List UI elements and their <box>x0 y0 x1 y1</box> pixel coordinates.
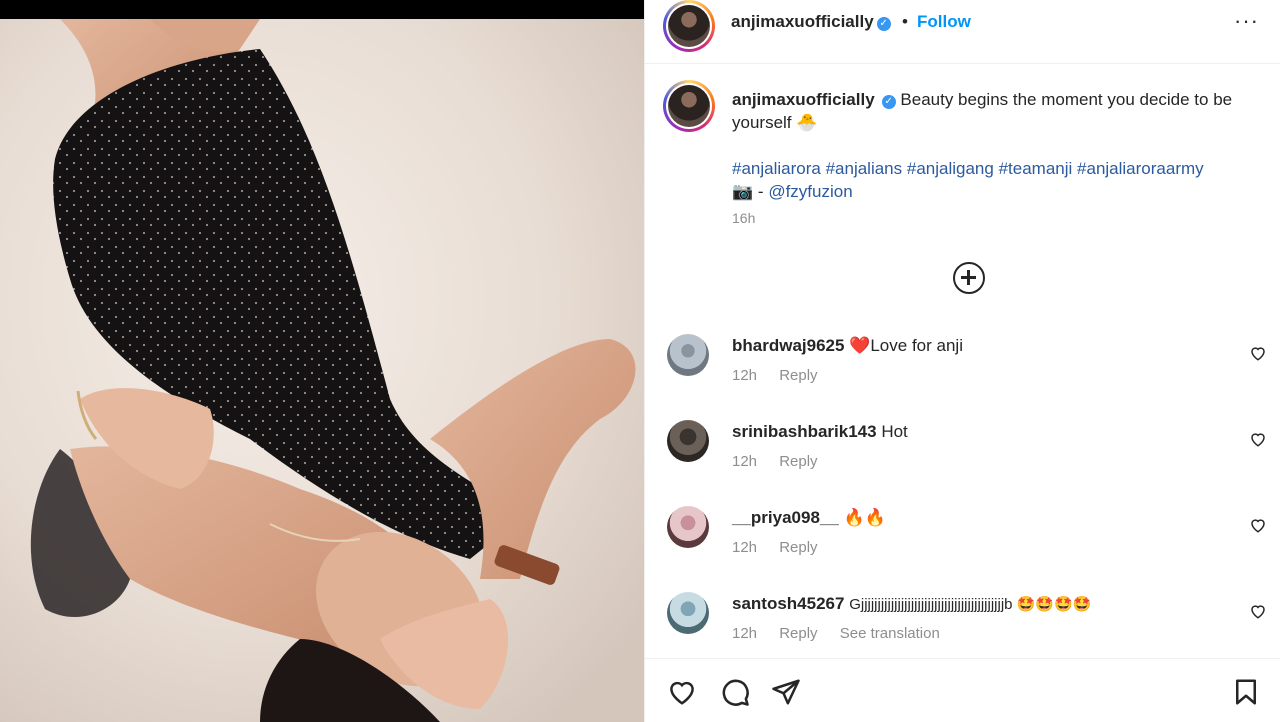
caption-timestamp: 16h <box>732 210 756 226</box>
like-comment-heart-icon[interactable] <box>1249 516 1267 534</box>
comment-text: Hot <box>881 422 908 441</box>
comment-item: srinibashbarik143 Hot 12h Reply <box>645 420 1280 490</box>
reply-button[interactable]: Reply <box>779 367 817 384</box>
like-comment-heart-icon[interactable] <box>1249 430 1267 448</box>
comment-item: santosh45267 Gjjjjjjjjjjjjjjjjjjjjjjjjjj… <box>645 592 1280 662</box>
share-icon[interactable] <box>771 677 801 707</box>
comment-text-row: santosh45267 Gjjjjjjjjjjjjjjjjjjjjjjjjjj… <box>732 594 1091 614</box>
like-comment-heart-icon[interactable] <box>1249 344 1267 362</box>
comment-text-row: __priya098__ 🔥🔥 <box>732 508 886 528</box>
hashtag-link[interactable]: #teamanji <box>999 159 1073 178</box>
commenter-username[interactable]: __priya098__ <box>732 508 839 527</box>
hashtag-link[interactable]: #anjaliaroraarmy <box>1077 159 1204 178</box>
reply-button[interactable]: Reply <box>779 625 817 642</box>
credit-separator: - <box>757 182 764 201</box>
verified-badge-icon: ✓ <box>881 95 896 109</box>
comment-item: bhardwaj9625 ❤️Love for anji 12h Reply <box>645 334 1280 404</box>
follow-button[interactable]: Follow <box>917 12 971 32</box>
comment-text-row: srinibashbarik143 Hot <box>732 422 908 442</box>
commenter-username[interactable]: santosh45267 <box>732 594 844 613</box>
bookmark-icon[interactable] <box>1231 677 1261 707</box>
author-avatar[interactable] <box>663 0 715 52</box>
add-circle-icon[interactable] <box>953 262 985 294</box>
post-header: anjimaxuofficially ✓ • Follow ··· <box>645 0 1280 64</box>
comment-time: 12h <box>732 539 758 556</box>
like-comment-heart-icon[interactable] <box>1249 602 1267 620</box>
comment-text: 🔥🔥 <box>843 508 886 527</box>
comment-time: 12h <box>732 625 758 642</box>
hashtag-link[interactable]: #anjaliarora <box>732 159 821 178</box>
more-options-icon[interactable]: ··· <box>1234 8 1259 34</box>
comment-icon[interactable] <box>720 677 750 707</box>
comment-item: __priya098__ 🔥🔥 12h Reply <box>645 506 1280 576</box>
commenter-username[interactable]: srinibashbarik143 <box>732 422 877 441</box>
comment-text-row: bhardwaj9625 ❤️Love for anji <box>732 336 963 356</box>
photographer-mention[interactable]: @fzyfuzion <box>768 182 852 201</box>
comment-meta: 12h Reply <box>732 539 836 556</box>
comment-text: ❤️Love for anji <box>849 336 963 355</box>
comment-meta: 12h Reply <box>732 453 836 470</box>
reply-button[interactable]: Reply <box>779 453 817 470</box>
header-separator: • <box>902 12 908 31</box>
photo-illustration <box>0 19 644 722</box>
commenter-username[interactable]: bhardwaj9625 <box>732 336 844 355</box>
commenter-avatar[interactable] <box>667 506 709 548</box>
reply-button[interactable]: Reply <box>779 539 817 556</box>
commenter-avatar[interactable] <box>667 420 709 462</box>
image-top-bar <box>0 0 644 19</box>
author-name-row: anjimaxuofficially ✓ <box>731 12 891 32</box>
caption-avatar[interactable] <box>663 80 715 132</box>
author-username[interactable]: anjimaxuofficially <box>731 12 874 31</box>
comment-time: 12h <box>732 453 758 470</box>
verified-badge-icon: ✓ <box>876 17 891 31</box>
hashtag-link[interactable]: #anjalians <box>826 159 903 178</box>
post-image[interactable] <box>0 0 644 722</box>
post-action-bar <box>645 658 1280 722</box>
camera-emoji: 📷 <box>732 182 754 201</box>
see-translation-button[interactable]: See translation <box>840 625 940 642</box>
comment-time: 12h <box>732 367 758 384</box>
caption-hashtags: #anjaliarora #anjalians #anjaligang #tea… <box>732 157 1252 203</box>
post-side-panel: anjimaxuofficially ✓ • Follow ··· anjimax… <box>644 0 1280 722</box>
comment-meta: 12h Reply See translation <box>732 625 958 642</box>
caption-username[interactable]: anjimaxuofficially <box>732 90 875 109</box>
commenter-avatar[interactable] <box>667 592 709 634</box>
comment-meta: 12h Reply <box>732 367 836 384</box>
caption-text-block: anjimaxuofficially ✓ Beauty begins the mo… <box>732 88 1252 134</box>
caption-body: anjimaxuofficially ✓ Beauty begins the mo… <box>732 88 1252 230</box>
comment-text: Gjjjjjjjjjjjjjjjjjjjjjjjjjjjjjjjjjjjjjjj… <box>849 596 1092 613</box>
caption-emoji: 🐣 <box>796 113 818 132</box>
hashtag-link[interactable]: #anjaligang <box>907 159 994 178</box>
commenter-avatar[interactable] <box>667 334 709 376</box>
heart-icon[interactable] <box>667 677 697 707</box>
